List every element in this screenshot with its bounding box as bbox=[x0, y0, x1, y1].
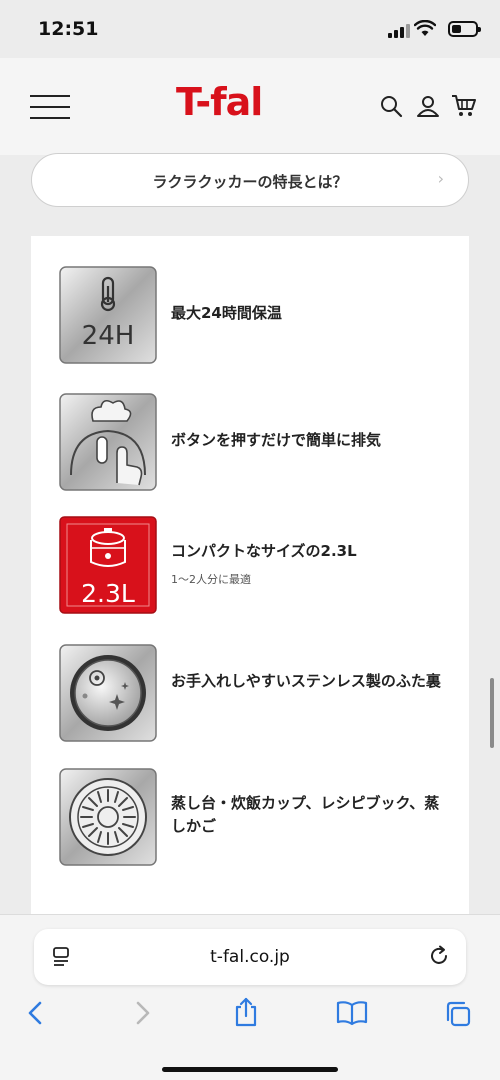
stainless-lid-icon bbox=[59, 644, 157, 742]
back-icon[interactable] bbox=[26, 1000, 44, 1030]
url-text: t-fal.co.jp bbox=[210, 947, 290, 967]
bookmarks-icon[interactable] bbox=[336, 1000, 368, 1030]
forward-icon[interactable] bbox=[134, 1000, 152, 1030]
battery-icon bbox=[448, 21, 481, 37]
feature-item: 蒸し台・炊飯カップ、レシピブック、蒸しかご bbox=[59, 768, 439, 866]
tfal-logo[interactable]: T-fal bbox=[176, 80, 263, 124]
wifi-icon bbox=[413, 19, 437, 42]
steam-release-button-icon bbox=[59, 393, 157, 491]
features-card: 24H 最大24時間保温 ボタンを押すだけで簡単に排気 2.3L コンパクトなサ… bbox=[31, 236, 469, 936]
browser-toolbar: t-fal.co.jp bbox=[0, 914, 500, 1080]
menu-icon[interactable] bbox=[30, 95, 70, 121]
thermometer-24h-icon: 24H bbox=[59, 266, 157, 364]
share-icon[interactable] bbox=[233, 997, 259, 1031]
feature-title: お手入れしやすいステンレス製のふた裏 bbox=[171, 672, 441, 690]
home-indicator bbox=[162, 1067, 338, 1072]
scroll-indicator[interactable] bbox=[490, 678, 494, 748]
address-bar[interactable]: t-fal.co.jp bbox=[34, 929, 466, 985]
status-bar: 12:51 bbox=[0, 0, 500, 58]
account-icon[interactable] bbox=[416, 94, 440, 122]
compact-cooker-2.3l-icon: 2.3L bbox=[59, 516, 157, 614]
feature-title: コンパクトなサイズの2.3L bbox=[171, 542, 357, 560]
feature-item: 2.3L コンパクトなサイズの2.3L 1〜2人分に最適 bbox=[59, 516, 439, 614]
browser-nav-row bbox=[0, 995, 500, 1035]
tabs-icon[interactable] bbox=[444, 1000, 472, 1032]
feature-title: 蒸し台・炊飯カップ、レシピブック、蒸しかご bbox=[171, 794, 440, 835]
svg-text:2.3L: 2.3L bbox=[81, 579, 135, 608]
svg-text:24H: 24H bbox=[82, 321, 135, 351]
search-icon[interactable] bbox=[379, 94, 403, 122]
steam-basket-icon bbox=[59, 768, 157, 866]
feature-title: ボタンを押すだけで簡単に排気 bbox=[171, 431, 382, 449]
features-link-label: ラクラクッカーの特長とは？ bbox=[152, 173, 348, 191]
signal-icon bbox=[388, 24, 410, 38]
feature-title: 最大24時間保温 bbox=[171, 304, 282, 322]
chevron-right-icon: › bbox=[437, 169, 444, 188]
reload-icon[interactable] bbox=[428, 945, 450, 971]
feature-item: お手入れしやすいステンレス製のふた裏 bbox=[59, 644, 441, 742]
feature-item: 24H 最大24時間保温 bbox=[59, 266, 439, 364]
feature-item: ボタンを押すだけで簡単に排気 bbox=[59, 393, 439, 491]
cart-icon[interactable] bbox=[451, 94, 477, 122]
site-header: T-fal bbox=[0, 58, 500, 155]
feature-subtitle: 1〜2人分に最適 bbox=[171, 573, 251, 586]
status-time: 12:51 bbox=[38, 18, 99, 40]
features-link-button[interactable]: ラクラクッカーの特長とは？ › bbox=[31, 153, 469, 207]
